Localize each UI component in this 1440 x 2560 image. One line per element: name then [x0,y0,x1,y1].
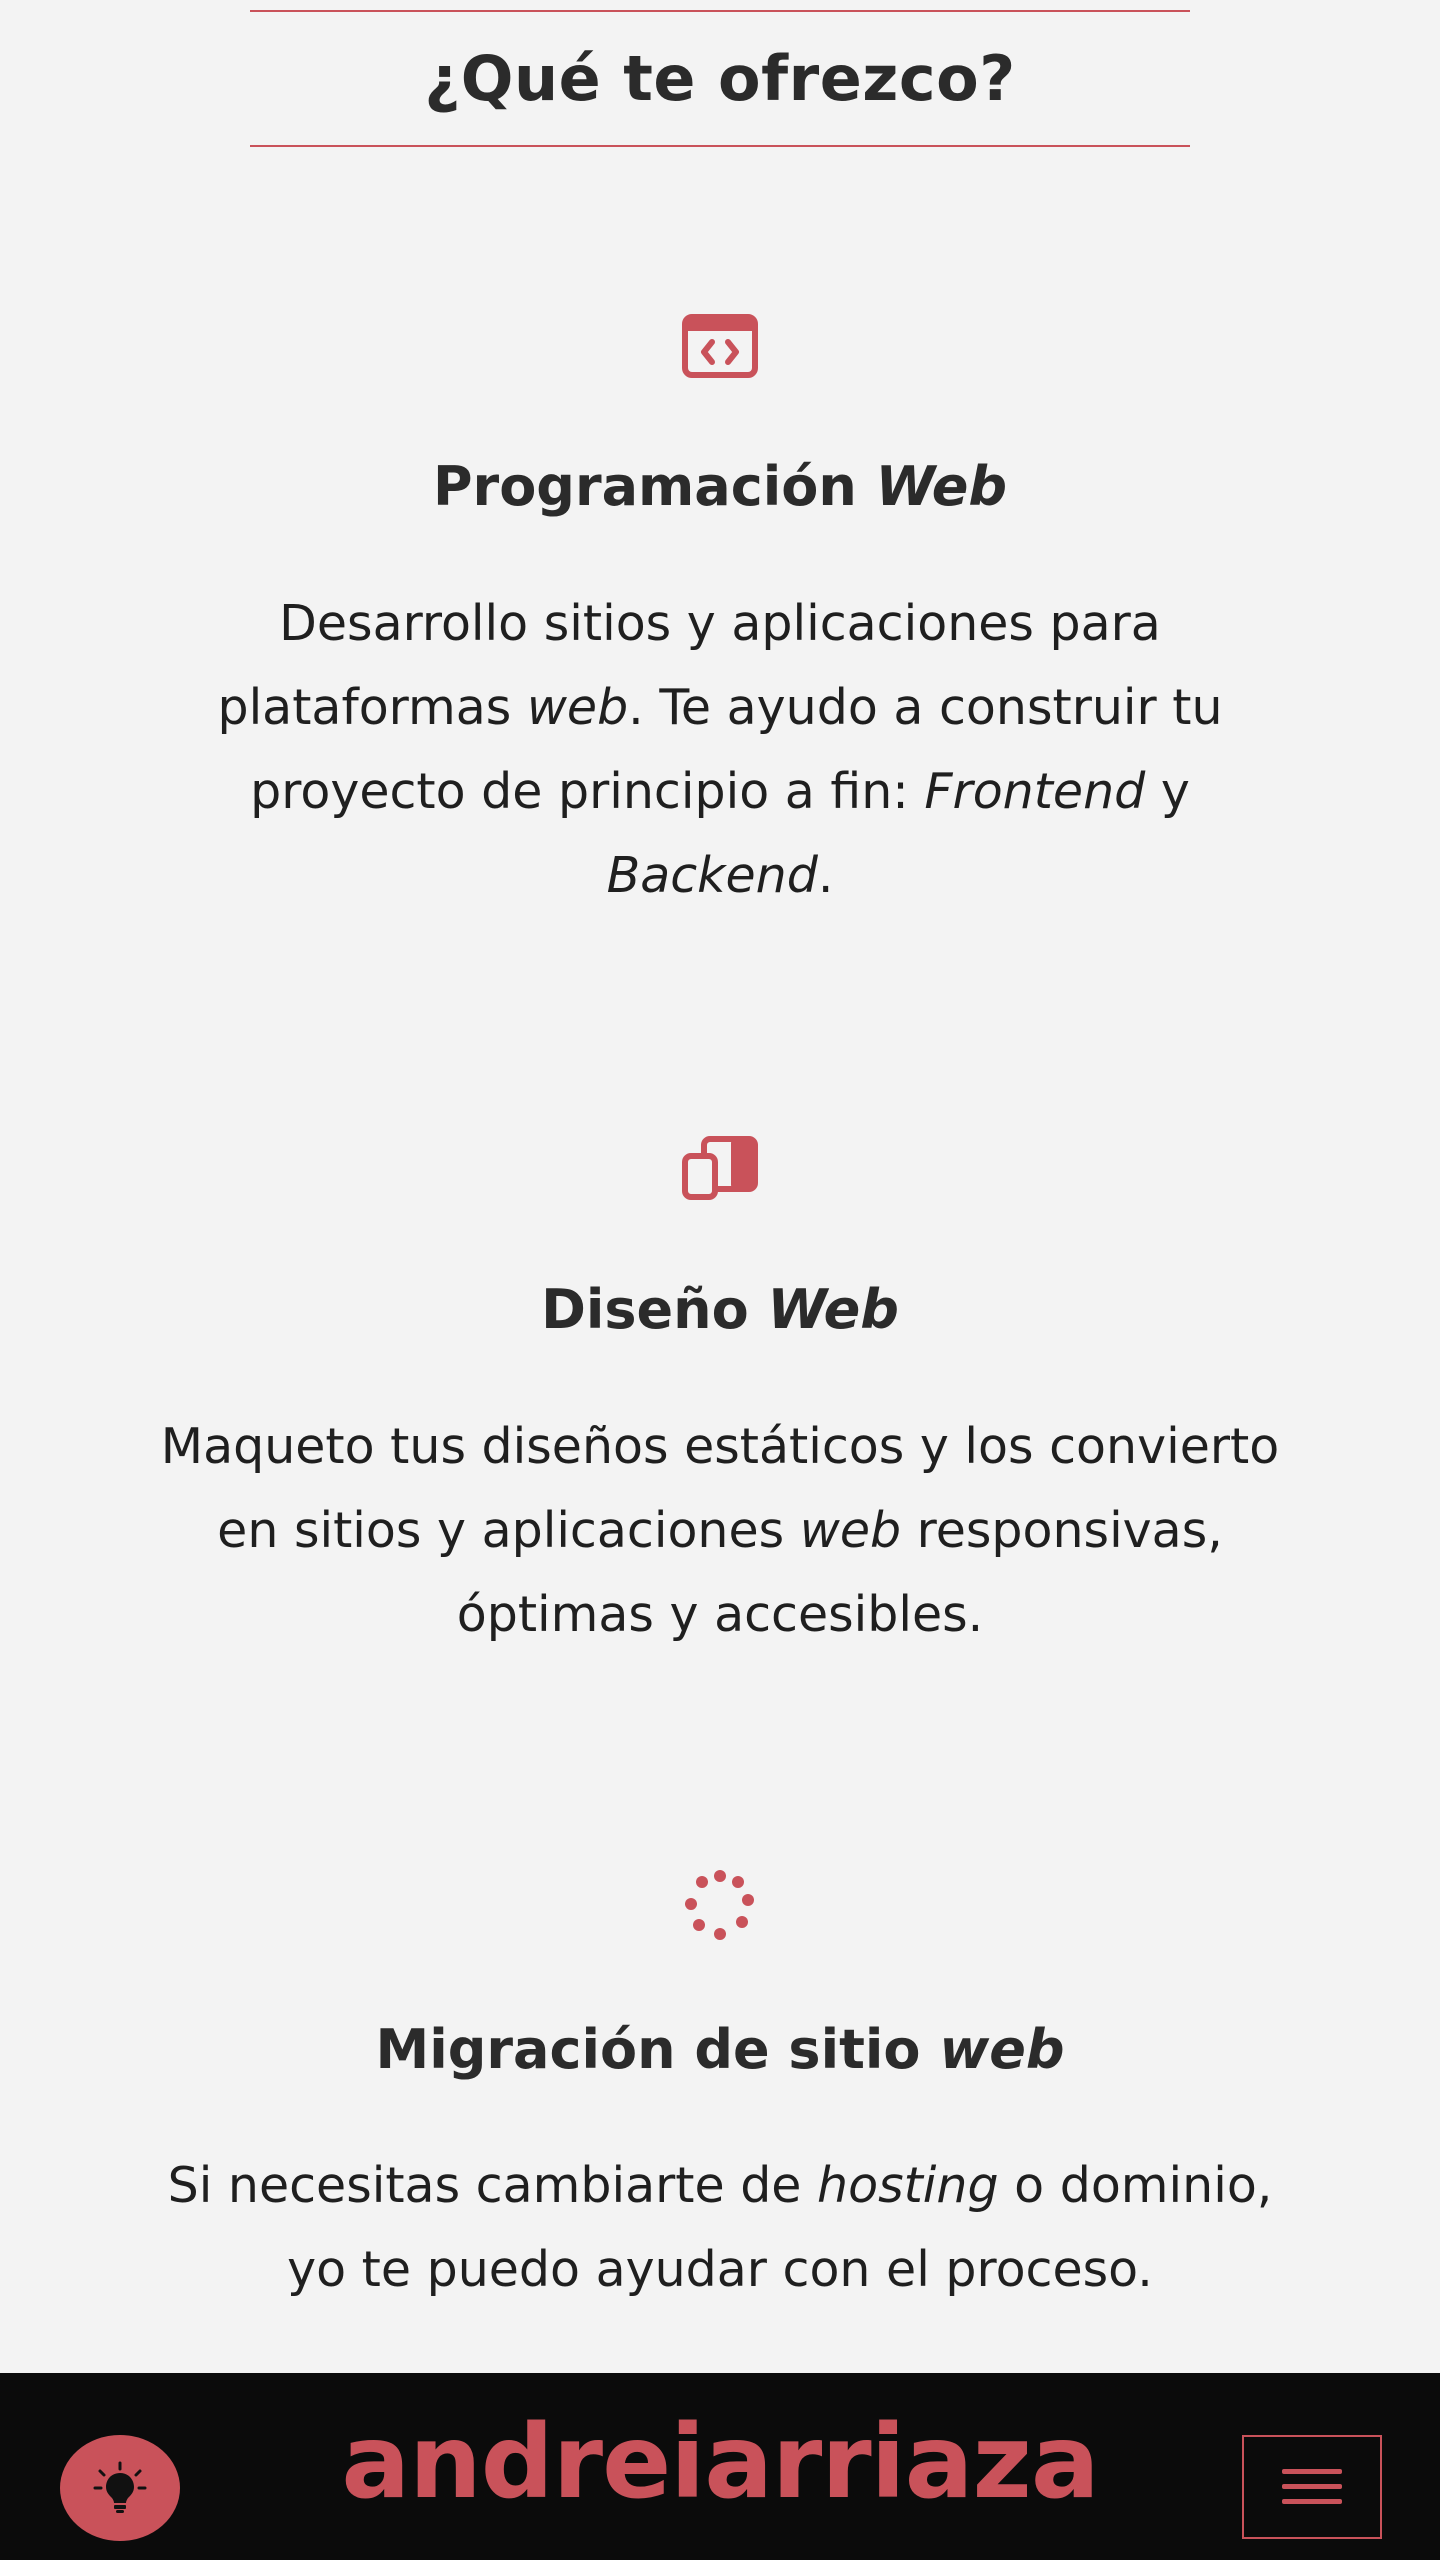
brand-logo-link[interactable]: andreiarriaza [320,2393,1120,2533]
page: ¿Qué te ofrezco? Programación Web Desarr… [0,0,1440,2560]
spinner-dots-icon [680,1866,760,1946]
bottom-navbar: andreiarriaza [0,2373,1440,2560]
service-title-em: web [939,2018,1065,2081]
desc-text: y [1145,763,1190,820]
desc-em: hosting [817,2157,999,2214]
section-header: ¿Qué te ofrezco? [250,10,1190,147]
theme-toggle-button[interactable] [60,2435,180,2541]
hamburger-menu-icon [1282,2469,1342,2504]
hamburger-menu-button[interactable] [1242,2435,1382,2539]
lightbulb-icon [93,2461,147,2513]
service-title-em: Web [875,455,1007,518]
service-title: Migración de sitio web [0,2018,1440,2081]
service-title-text: Migración de sitio [375,2018,921,2081]
section-title: ¿Qué te ofrezco? [424,42,1016,115]
service-description: Si necesitas cambiarte de hosting o domi… [140,2144,1300,2312]
service-description: Desarrollo sitios y aplicaciones para pl… [140,582,1300,918]
desc-em: Frontend [924,763,1146,820]
service-title-em: Web [767,1278,899,1341]
desc-text: . [817,847,834,904]
desc-em: web [799,1502,902,1559]
service-title: Programación Web [0,455,1440,518]
service-title: Diseño Web [0,1278,1440,1341]
service-title-text: Diseño [541,1278,749,1341]
code-window-icon [680,306,760,386]
service-description: Maqueto tus diseños estáticos y los conv… [140,1405,1300,1657]
desc-text: Si necesitas cambiarte de [167,2157,818,2214]
desc-em: Backend [606,847,818,904]
service-title-text: Programación [432,455,857,518]
devices-icon [680,1128,760,1208]
desc-em: web [526,679,629,736]
